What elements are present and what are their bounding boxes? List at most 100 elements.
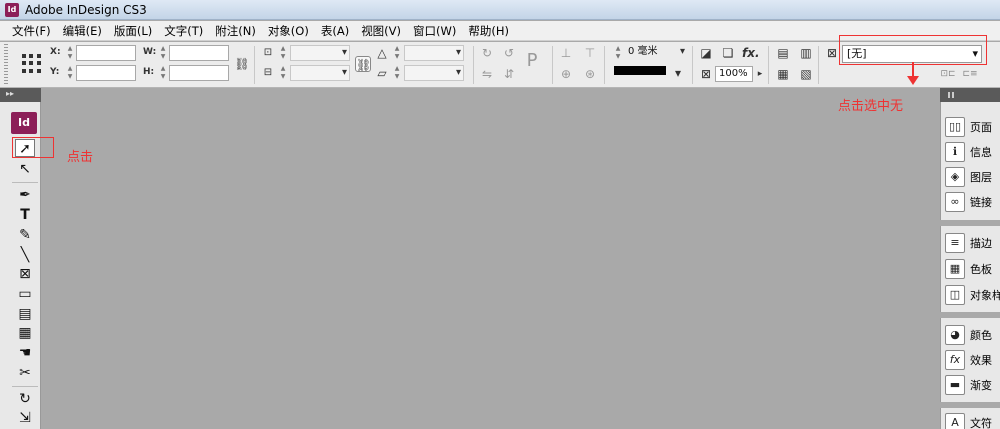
select-next-icon[interactable]: ⊛ xyxy=(582,66,598,82)
scale-tool[interactable]: ⇲ xyxy=(15,409,35,427)
control-panel-grip[interactable] xyxy=(4,44,8,86)
table-tool[interactable]: ▦ xyxy=(15,324,35,342)
rotation-angle-icon: △ xyxy=(377,46,387,60)
object-styles-icon: ◫ xyxy=(945,285,965,305)
indesign-logo: Id xyxy=(11,112,37,134)
pencil-tool[interactable]: ✎ xyxy=(15,226,35,244)
panel-group-1: ▯▯ 页面 ℹ 信息 ◈ 图层 ∞ 链接 xyxy=(940,102,1000,220)
object-style-icon: ⊠ xyxy=(826,46,838,60)
h-field[interactable] xyxy=(169,65,229,81)
rectangle-frame-tool[interactable]: ⊠ xyxy=(15,265,35,283)
gradient-icon: ▬ xyxy=(945,375,965,395)
hand-tool[interactable]: ☚ xyxy=(15,344,35,362)
y-spinner[interactable]: ▲ ▼ xyxy=(66,65,74,81)
link-scale-icon[interactable]: ⛓ xyxy=(355,56,371,72)
direct-selection-tool[interactable]: ↖ xyxy=(15,160,35,178)
w-field[interactable] xyxy=(169,45,229,61)
clear-overrides-icon[interactable]: ⊡⊏ xyxy=(940,66,956,82)
menu-type[interactable]: 文字(T) xyxy=(158,23,209,39)
h-spinner[interactable]: ▲ ▼ xyxy=(159,65,167,81)
x-spinner[interactable]: ▲ ▼ xyxy=(66,45,74,61)
stroke-type-chevron-icon[interactable]: ▾ xyxy=(670,65,686,81)
indesign-app-icon: Id xyxy=(5,3,19,17)
panel-gradient[interactable]: ▬ 渐变 xyxy=(945,374,992,396)
pen-tool[interactable]: ✒ xyxy=(15,186,35,204)
text-wrap-none-icon[interactable]: ▤ xyxy=(775,45,791,61)
x-field[interactable] xyxy=(76,45,136,61)
w-label: W: xyxy=(143,47,157,57)
menu-object[interactable]: 对象(O) xyxy=(262,23,315,39)
menu-file[interactable]: 文件(F) xyxy=(6,23,57,39)
opacity-chevron-icon[interactable]: ▸ xyxy=(752,66,768,82)
panel-swatches[interactable]: ▦ 色板 xyxy=(945,258,992,280)
annotation-box-selection xyxy=(12,137,54,158)
panel-menu-icon[interactable]: ⊏≡ xyxy=(962,66,978,82)
menu-notes[interactable]: 附注(N) xyxy=(209,23,262,39)
shear-dropdown[interactable] xyxy=(404,65,464,81)
panel-color[interactable]: ◕ 颜色 xyxy=(945,324,992,346)
text-wrap-jump-icon[interactable]: ▧ xyxy=(798,66,814,82)
fill-icon[interactable]: ◪ xyxy=(698,45,714,61)
panel-dock-header[interactable] xyxy=(940,88,1000,102)
annotation-click-select-none: 点击选中无 xyxy=(838,99,904,114)
stroke-weight-dropdown[interactable]: 0 毫米 xyxy=(625,45,687,61)
fx-effects-icon[interactable]: fx. xyxy=(742,45,760,61)
menu-window[interactable]: 窗口(W) xyxy=(407,23,462,39)
scale-y-icon: ⊟ xyxy=(263,67,273,78)
scissors-tool[interactable]: ✂ xyxy=(15,364,35,382)
panel-character[interactable]: A 文符 xyxy=(945,412,992,429)
menu-layout[interactable]: 版面(L) xyxy=(108,23,158,39)
panel-group-3: ◕ 颜色 fx 效果 ▬ 渐变 xyxy=(940,318,1000,402)
panel-group-4: A 文符 xyxy=(940,408,1000,429)
rectangle-tool[interactable]: ▭ xyxy=(15,285,35,303)
select-container-icon[interactable]: ⊥ xyxy=(558,45,574,61)
constrain-proportions-icon[interactable]: ⛓ xyxy=(234,56,250,72)
text-wrap-bbox-icon[interactable]: ▥ xyxy=(798,45,814,61)
menu-table[interactable]: 表(A) xyxy=(315,23,355,39)
panel-pages[interactable]: ▯▯ 页面 xyxy=(945,116,992,138)
links-icon: ∞ xyxy=(945,192,965,212)
scale-y-dropdown[interactable] xyxy=(290,65,350,81)
scale-x-dropdown[interactable] xyxy=(290,45,350,61)
info-icon: ℹ xyxy=(945,142,965,162)
type-tool[interactable]: T xyxy=(15,206,35,224)
text-wrap-shape-icon[interactable]: ▦ xyxy=(775,66,791,82)
select-content-icon[interactable]: ⊤ xyxy=(582,45,598,61)
rotate-tool[interactable]: ↻ xyxy=(15,390,35,408)
panel-effects[interactable]: fx 效果 xyxy=(945,349,992,371)
panel-group-2: ≡ 描边 ▦ 色板 ◫ 对象样 xyxy=(940,226,1000,312)
panel-layers[interactable]: ◈ 图层 xyxy=(945,166,992,188)
y-field[interactable] xyxy=(76,65,136,81)
stroke-type-swatch[interactable] xyxy=(614,66,666,75)
rotate-cw-icon[interactable]: ↻ xyxy=(479,45,495,61)
shear-angle-icon: ▱ xyxy=(377,66,387,80)
swatches-icon: ▦ xyxy=(945,259,965,279)
panel-object-styles[interactable]: ◫ 对象样 xyxy=(945,284,1000,306)
flip-horizontal-icon[interactable]: ⇋ xyxy=(479,66,495,82)
rotate-ccw-icon[interactable]: ↺ xyxy=(501,45,517,61)
toolbox-header[interactable]: ▸▸ xyxy=(0,88,41,102)
line-tool[interactable]: ╲ xyxy=(15,246,35,264)
opacity-field[interactable]: 100% xyxy=(715,66,753,82)
h-label: H: xyxy=(143,67,155,77)
panel-stroke[interactable]: ≡ 描边 xyxy=(945,232,992,254)
pages-icon: ▯▯ xyxy=(945,117,965,137)
panel-links[interactable]: ∞ 链接 xyxy=(945,191,992,213)
opacity-icon: ⊠ xyxy=(700,67,712,81)
stroke-icon: ≡ xyxy=(945,233,965,253)
rotation-dropdown[interactable] xyxy=(404,45,464,61)
button-tool[interactable]: ▤ xyxy=(15,305,35,323)
drop-shadow-icon[interactable]: ❏ xyxy=(720,45,736,61)
menu-edit[interactable]: 编辑(E) xyxy=(57,23,108,39)
menu-help[interactable]: 帮助(H) xyxy=(462,23,515,39)
menu-view[interactable]: 视图(V) xyxy=(355,23,407,39)
w-spinner[interactable]: ▲ ▼ xyxy=(159,45,167,61)
window-title: Adobe InDesign CS3 xyxy=(25,3,147,17)
panel-info[interactable]: ℹ 信息 xyxy=(945,141,992,163)
select-previous-icon[interactable]: ⊕ xyxy=(558,66,574,82)
character-icon: A xyxy=(945,413,965,429)
annotation-box-style xyxy=(839,35,987,65)
flip-vertical-icon[interactable]: ⇵ xyxy=(501,66,517,82)
effects-icon: fx xyxy=(945,350,965,370)
reference-point-grid[interactable] xyxy=(22,54,42,74)
